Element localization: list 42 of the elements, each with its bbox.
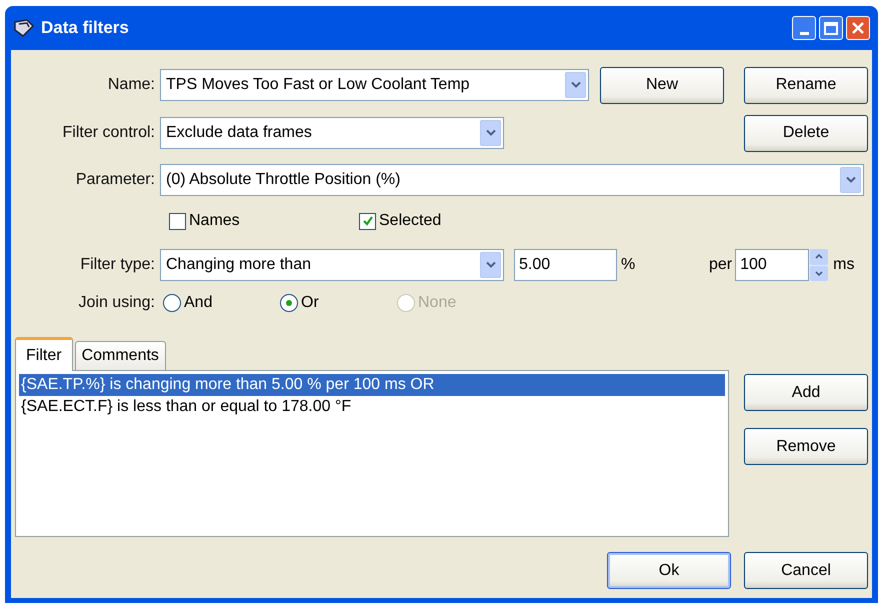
field-label: Name: [106,75,156,95]
button[interactable]: Cancel [744,552,868,589]
radio-label: None [418,293,456,313]
field-label: Filter type: [79,255,156,275]
button[interactable]: Rename [744,66,868,104]
list-item[interactable]: {SAE.TP.%} is changing more than 5.00 % per 100 ms OR [19,374,725,396]
list-item[interactable]: {SAE.ECT.F} is less than or equal to 178.00 °F [19,396,725,418]
filter-list[interactable]: {SAE.TP.%} is changing more than 5.00 % per 100 ms OR {SAE.ECT.F} is less than or equal to 178.00 °F [15,370,729,537]
amount-field[interactable]: 5.00 [514,249,617,281]
field-label: Parameter: [74,170,156,190]
minimize-button[interactable] [792,16,816,40]
per-label: per [709,255,732,275]
checkbox[interactable] [169,212,186,230]
maximize-button[interactable] [819,16,843,40]
window-title: Data filters [41,17,130,40]
checkbox-label: Names [189,211,240,231]
radio-label: Or [301,293,319,313]
radio-button[interactable] [280,294,298,312]
button[interactable]: New [600,66,724,104]
button[interactable]: Remove [744,428,868,465]
tab[interactable]: Comments [74,341,166,370]
radio-button[interactable] [163,294,181,312]
spinner-icon[interactable] [810,249,828,281]
unit-label: % [621,255,636,275]
dropdown[interactable]: Changing more than [160,249,504,281]
button[interactable]: Ok [607,552,731,589]
dropdown[interactable]: Exclude data frames [160,117,504,149]
field-label: Filter control: [62,123,156,143]
checkbox-label: Selected [379,211,442,231]
dropdown[interactable]: (0) Absolute Throttle Position (%) [160,164,864,196]
radio-label: And [184,293,212,313]
unit-label: ms [833,255,854,275]
button[interactable]: Delete [744,114,868,152]
window-icon [13,18,35,38]
field-label: Join using: [78,293,156,313]
period-field[interactable]: 100 [735,249,810,281]
close-icon [851,21,865,35]
checkbox[interactable] [359,212,376,230]
tab[interactable]: Filter [15,337,73,371]
dropdown[interactable]: TPS Moves Too Fast or Low Coolant Temp [160,69,589,101]
close-button[interactable] [846,16,870,40]
button[interactable]: Add [744,374,868,411]
